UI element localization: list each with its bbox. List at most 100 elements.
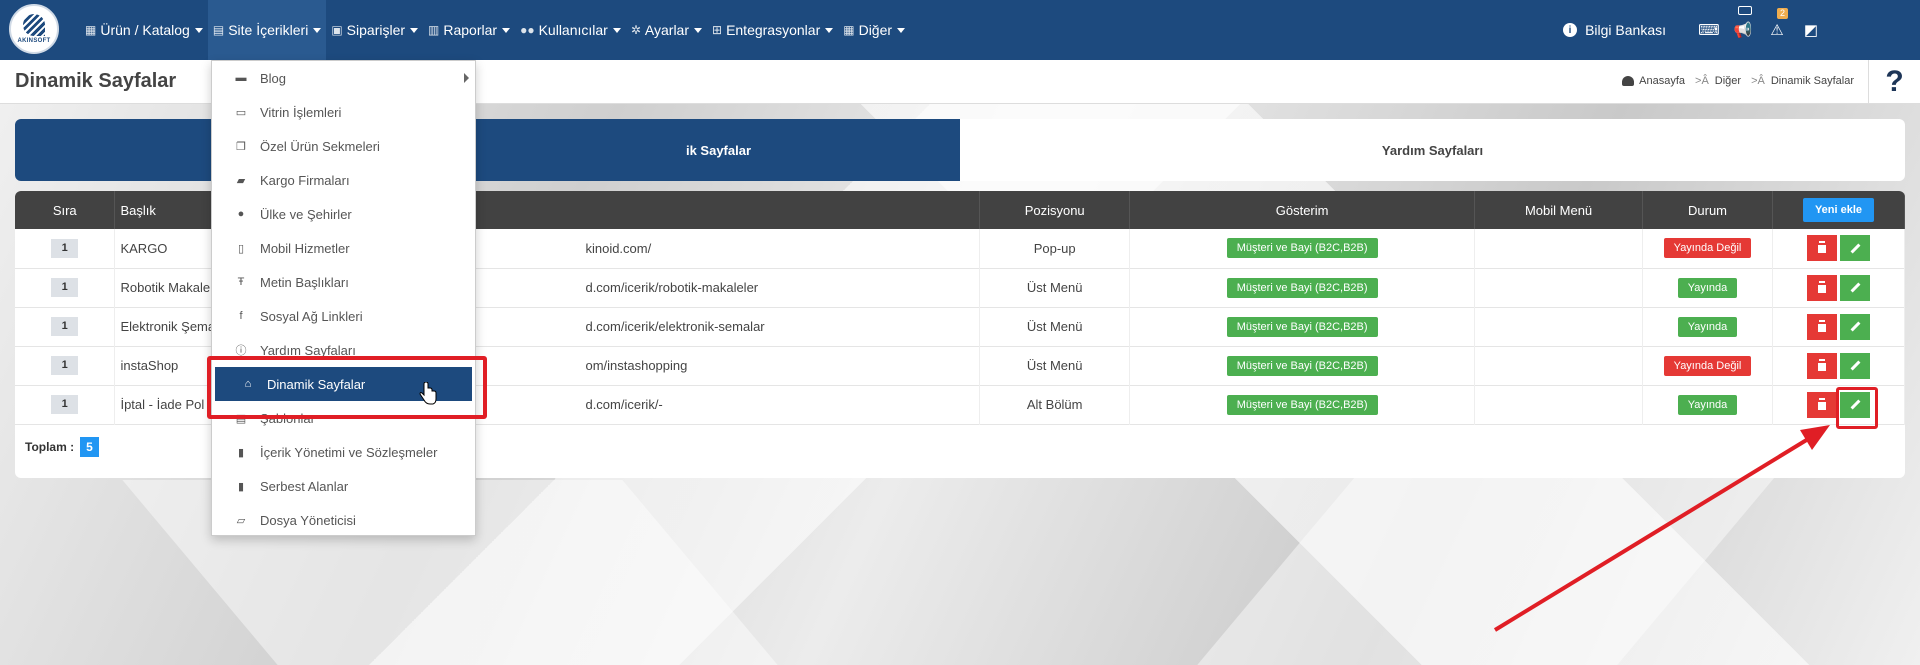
trash-icon <box>1818 360 1826 371</box>
delete-button[interactable] <box>1807 235 1837 262</box>
menu-item-label: Ülke ve Şehirler <box>260 206 352 222</box>
cell-durum: Yayında Değil <box>1642 229 1773 268</box>
gosterim-badge[interactable]: Müşteri ve Bayi (B2C,B2B) <box>1226 277 1378 298</box>
col-sira[interactable]: Sıra <box>15 191 116 229</box>
row-title: instaShop <box>120 358 179 373</box>
status-badge[interactable]: Yayında <box>1677 394 1738 415</box>
col-actions: Yeni ekle <box>1772 191 1905 229</box>
edit-button[interactable] <box>1840 352 1870 379</box>
help-button[interactable]: ? <box>1868 60 1920 104</box>
row-url[interactable]: d.com/icerik/robotik-makaleler <box>585 280 758 295</box>
cell-sira: 1 <box>15 307 116 346</box>
col-pozisyon[interactable]: Pozisyonu <box>979 191 1131 229</box>
cell-pozisyon: Üst Menü <box>979 346 1131 385</box>
col-durum[interactable]: Durum <box>1642 191 1773 229</box>
breadcrumb-diger[interactable]: Diğer <box>1715 75 1741 87</box>
nav-item-siparisler[interactable]: ▣ Siparişler <box>326 0 423 60</box>
nav-item-label: Entegrasyonlar <box>726 22 821 38</box>
cell-actions <box>1772 346 1905 385</box>
windows-icon: ❐ <box>236 140 246 153</box>
report-icon: ▥ <box>428 23 440 37</box>
warning-icon[interactable]: ⚠ 2 <box>1760 0 1794 60</box>
gosterim-badge[interactable]: Müşteri ve Bayi (B2C,B2B) <box>1226 394 1378 415</box>
language-icon[interactable]: ⌨ <box>1692 0 1726 60</box>
tab-yardim-sayfalari[interactable]: Yardım Sayfaları <box>960 119 1905 181</box>
nav-item-ayarlar[interactable]: ✲ Ayarlar <box>626 0 707 60</box>
delete-button[interactable] <box>1807 352 1837 379</box>
status-badge[interactable]: Yayında <box>1677 277 1738 298</box>
chevron-right-icon <box>464 73 469 83</box>
status-badge[interactable]: Yayında Değil <box>1663 355 1752 376</box>
cell-gosterim: Müşteri ve Bayi (B2C,B2B) <box>1129 385 1476 424</box>
menu-item-icerik-yonetimi[interactable]: ▮ İçerik Yönetimi ve Sözleşmeler <box>212 435 475 469</box>
akinsoft-logo[interactable]: AKINSOFT <box>9 4 59 54</box>
toplam-label: Toplam : <box>25 440 75 454</box>
gosterim-badge[interactable]: Müşteri ve Bayi (B2C,B2B) <box>1226 316 1378 337</box>
breadcrumb-home[interactable]: Anasayfa <box>1639 75 1685 87</box>
logo-mark-icon <box>19 14 49 36</box>
sira-value[interactable]: 1 <box>51 278 79 297</box>
nav-item-diger[interactable]: ▦ Diğer <box>838 0 910 60</box>
edit-button[interactable] <box>1840 235 1870 262</box>
delete-button[interactable] <box>1807 274 1837 301</box>
gosterim-badge[interactable]: Müşteri ve Bayi (B2C,B2B) <box>1226 238 1378 259</box>
list-icon: ▬ <box>235 72 247 84</box>
truck-icon: ▰ <box>236 174 246 187</box>
gosterim-badge[interactable]: Müşteri ve Bayi (B2C,B2B) <box>1226 355 1378 376</box>
nav-item-label: Siparişler <box>346 22 406 38</box>
row-url[interactable]: d.com/icerik/elektronik-semalar <box>585 319 764 334</box>
trash-icon <box>1818 321 1826 332</box>
nav-item-urun-katalog[interactable]: ▦ Ürün / Katalog <box>80 0 208 60</box>
edit-highlight-box <box>1836 387 1878 429</box>
bilgi-bankasi-link[interactable]: i Bilgi Bankası <box>1563 22 1666 38</box>
menu-item-ulke-sehirler[interactable]: ● Ülke ve Şehirler <box>212 197 475 231</box>
sira-value[interactable]: 1 <box>51 356 79 375</box>
nav-item-kullanicilar[interactable]: ●● Kullanıcılar <box>515 0 626 60</box>
bilgi-bankasi-label: Bilgi Bankası <box>1585 22 1666 38</box>
cell-durum: Yayında <box>1642 307 1773 346</box>
cell-pozisyon: Üst Menü <box>979 307 1131 346</box>
row-url[interactable]: om/instashopping <box>585 358 687 373</box>
edit-button[interactable] <box>1840 274 1870 301</box>
menu-item-blog[interactable]: ▬ Blog <box>212 61 475 95</box>
menu-item-ozel-urun-sekmeleri[interactable]: ❐ Özel Ürün Sekmeleri <box>212 129 475 163</box>
delete-button[interactable] <box>1807 391 1837 418</box>
users-icon: ●● <box>520 23 535 37</box>
nav-item-raporlar[interactable]: ▥ Raporlar <box>423 0 515 60</box>
nav-item-label: Ayarlar <box>644 22 689 38</box>
status-badge[interactable]: Yayında Değil <box>1663 238 1752 259</box>
nav-item-site-icerikleri[interactable]: ▤ Site İçerikleri <box>207 0 327 60</box>
menu-item-mobil-hizmetler[interactable]: ▯ Mobil Hizmetler <box>212 231 475 265</box>
row-url[interactable]: kinoid.com/ <box>585 241 651 256</box>
external-link-icon[interactable]: ◩ <box>1794 0 1828 60</box>
facebook-icon: f <box>239 310 243 322</box>
tab-dinamik-sayfalar[interactable]: ik Sayfalar <box>15 119 960 181</box>
menu-item-dosya-yoneticisi[interactable]: ▱ Dosya Yöneticisi <box>212 503 475 537</box>
menu-item-vitrin[interactable]: ▭ Vitrin İşlemleri <box>212 95 475 129</box>
sira-value[interactable]: 1 <box>51 395 79 414</box>
sira-value[interactable]: 1 <box>51 238 79 258</box>
yeni-ekle-button[interactable]: Yeni ekle <box>1802 198 1875 222</box>
globe-icon: ● <box>237 208 245 220</box>
menu-item-serbest-alanlar[interactable]: ▮ Serbest Alanlar <box>212 469 475 503</box>
pencil-icon <box>1850 243 1860 254</box>
sira-value[interactable]: 1 <box>51 317 79 336</box>
col-mobil-menu[interactable]: Mobil Menü <box>1474 191 1644 229</box>
col-gosterim[interactable]: Gösterim <box>1129 191 1476 229</box>
text-icon: Ŧ <box>237 276 245 288</box>
menu-item-sosyal-ag[interactable]: f Sosyal Ağ Linkleri <box>212 299 475 333</box>
menu-item-kargo-firmalari[interactable]: ▰ Kargo Firmaları <box>212 163 475 197</box>
delete-button[interactable] <box>1807 313 1837 340</box>
row-url[interactable]: d.com/icerik/- <box>585 397 662 412</box>
nav-item-entegrasyonlar[interactable]: ⊞ Entegrasyonlar <box>707 0 838 60</box>
breadcrumb-separator: >Â <box>1751 75 1765 87</box>
sitemap-icon: ⊞ <box>712 23 723 37</box>
breadcrumb-current: Dinamik Sayfalar <box>1770 75 1854 87</box>
status-badge[interactable]: Yayında <box>1677 316 1738 337</box>
logo-text: AKINSOFT <box>17 38 51 44</box>
menu-item-metin-basliklari[interactable]: Ŧ Metin Başlıkları <box>212 265 475 299</box>
trash-icon <box>1818 282 1826 293</box>
megaphone-icon[interactable]: 📢 <box>1726 0 1760 60</box>
cell-actions <box>1772 229 1905 268</box>
edit-button[interactable] <box>1840 313 1870 340</box>
